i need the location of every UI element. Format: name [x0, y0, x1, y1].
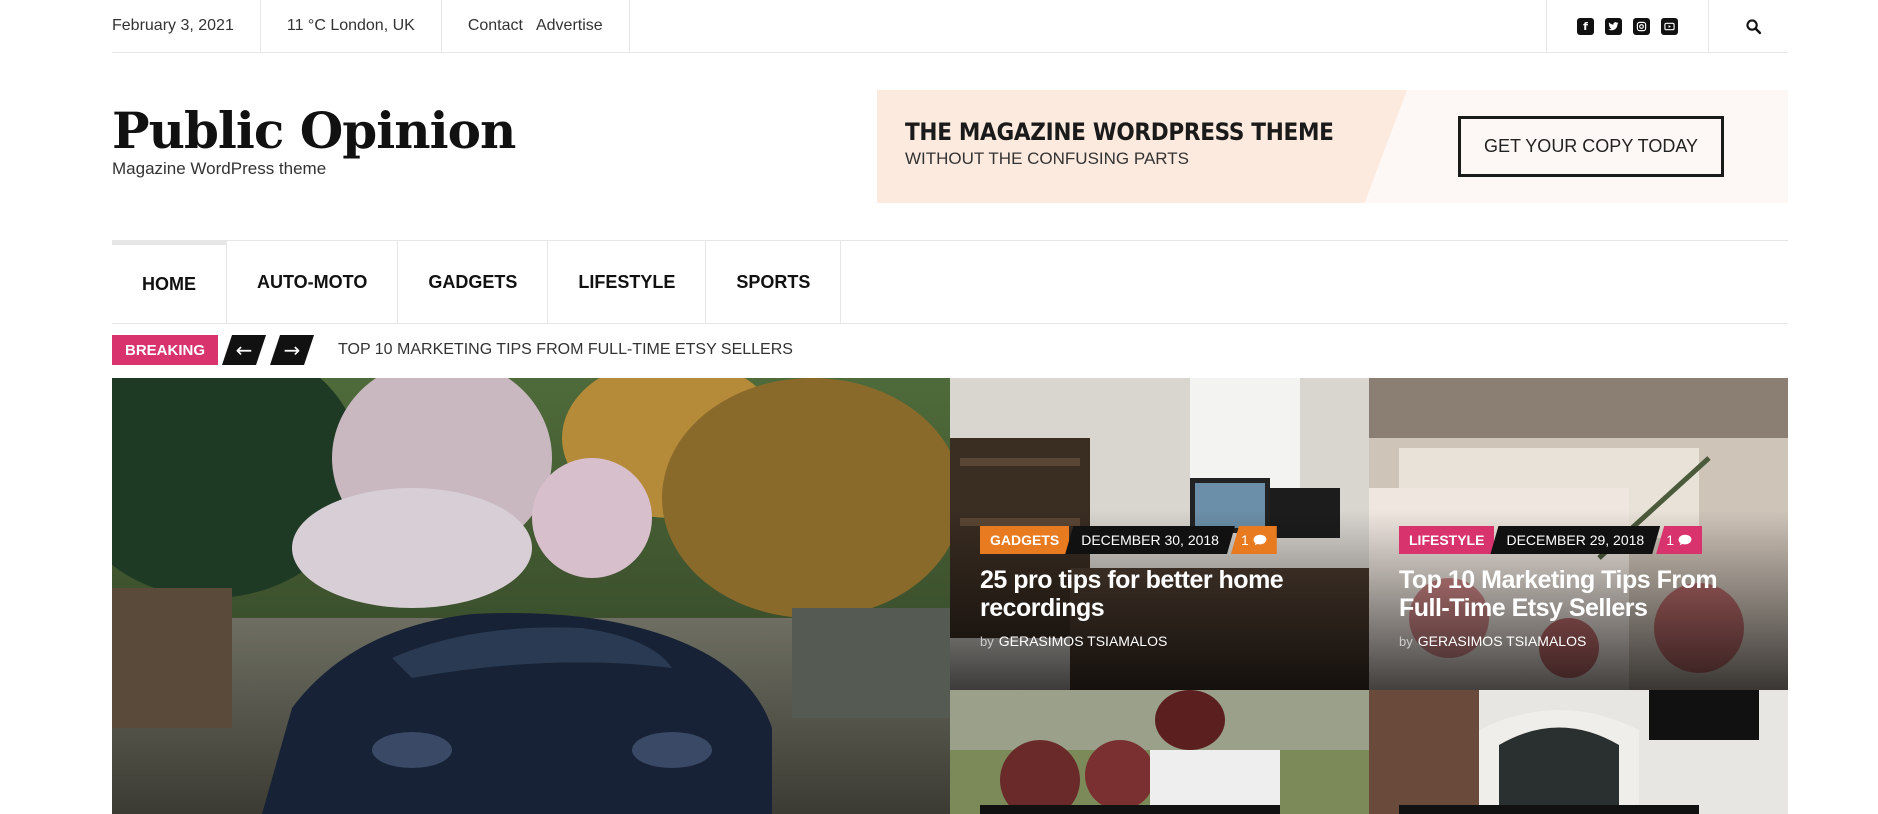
comment-icon: [1253, 534, 1267, 546]
search-button[interactable]: [1709, 0, 1788, 53]
banner-text: THE MAGAZINE WORDPRESS THEME WITHOUT THE…: [905, 118, 1334, 169]
contact-link[interactable]: Contact: [468, 17, 523, 35]
nav-item-lifestyle[interactable]: LIFESTYLE: [548, 241, 707, 323]
post-date: DECEMBER 29, 2018: [1490, 526, 1660, 554]
football-photo: [950, 690, 1369, 814]
breaking-next-button[interactable]: →: [270, 335, 314, 365]
post-title[interactable]: Top 10 Marketing Tips From Full-Time Ets…: [1399, 566, 1769, 622]
post-byline: by GERASIMOS TSIAMALOS: [980, 633, 1167, 649]
featured-posts-grid: GADGETS DECEMBER 30, 2018 1 25 pro tips …: [112, 378, 1788, 814]
car-photo: [112, 378, 950, 814]
nav-item-sports[interactable]: SPORTS: [706, 241, 842, 323]
top-bar: February 3, 2021 11 °C London, UK Contac…: [112, 0, 1788, 53]
post-author[interactable]: GERASIMOS TSIAMALOS: [999, 633, 1168, 649]
breaking-prev-button[interactable]: ←: [222, 335, 266, 365]
comment-count[interactable]: 1: [1230, 526, 1277, 554]
banner-heading: THE MAGAZINE WORDPRESS THEME: [905, 118, 1334, 146]
get-copy-button[interactable]: GET YOUR COPY TODAY: [1458, 116, 1724, 177]
main-navigation: HOME AUTO-MOTO GADGETS LIFESTYLE SPORTS: [112, 240, 1788, 324]
post-card[interactable]: [950, 690, 1369, 814]
breaking-news-bar: BREAKING ← → TOP 10 MARKETING TIPS FROM …: [112, 335, 1788, 365]
post-card[interactable]: LIFESTYLE DECEMBER 29, 2018 1 Top 10 Mar…: [1369, 378, 1788, 690]
featured-main-post-image[interactable]: [112, 378, 950, 814]
weather-info: 11 °C London, UK: [261, 0, 442, 53]
breaking-headline[interactable]: TOP 10 MARKETING TIPS FROM FULL-TIME ETS…: [338, 341, 793, 359]
top-bar-right: f: [1546, 0, 1788, 53]
byline-prefix: by: [1399, 634, 1413, 649]
header-ad-banner[interactable]: THE MAGAZINE WORDPRESS THEME WITHOUT THE…: [877, 90, 1788, 203]
comment-count-value: 1: [1240, 532, 1249, 548]
top-links: Contact Advertise: [442, 0, 630, 53]
building-photo: [1369, 690, 1788, 814]
comment-count[interactable]: 1: [1656, 526, 1702, 554]
breaking-label: BREAKING: [112, 335, 219, 365]
post-date: DECEMBER 30, 2018: [1065, 526, 1235, 554]
post-meta: LIFESTYLE DECEMBER 29, 2018 1: [1399, 526, 1702, 554]
category-badge-gadgets[interactable]: GADGETS: [980, 526, 1070, 554]
banner-subheading: WITHOUT THE CONFUSING PARTS: [905, 149, 1189, 168]
search-icon: [1746, 18, 1762, 34]
nav-item-gadgets[interactable]: GADGETS: [398, 241, 549, 323]
nav-item-home[interactable]: HOME: [112, 241, 227, 323]
byline-prefix: by: [980, 634, 994, 649]
youtube-icon[interactable]: [1661, 17, 1678, 35]
current-date: February 3, 2021: [112, 0, 261, 53]
comment-count-value: 1: [1666, 532, 1674, 548]
post-meta: GADGETS DECEMBER 30, 2018 1: [980, 526, 1277, 554]
nav-item-auto-moto[interactable]: AUTO-MOTO: [227, 241, 399, 323]
post-title[interactable]: 25 pro tips for better home recordings: [980, 566, 1350, 622]
comment-icon: [1678, 534, 1692, 546]
post-byline: by GERASIMOS TSIAMALOS: [1399, 633, 1586, 649]
post-card[interactable]: GADGETS DECEMBER 30, 2018 1 25 pro tips …: [950, 378, 1369, 690]
arrow-right-icon: →: [283, 338, 301, 362]
category-badge-lifestyle[interactable]: LIFESTYLE: [1399, 526, 1495, 554]
twitter-icon[interactable]: [1605, 17, 1622, 35]
post-card[interactable]: [1369, 690, 1788, 814]
instagram-icon[interactable]: [1633, 17, 1650, 35]
arrow-left-icon: ←: [235, 338, 253, 362]
post-author[interactable]: GERASIMOS TSIAMALOS: [1418, 633, 1587, 649]
facebook-icon[interactable]: f: [1577, 17, 1594, 35]
advertise-link[interactable]: Advertise: [536, 17, 603, 35]
social-links: f: [1546, 0, 1709, 53]
